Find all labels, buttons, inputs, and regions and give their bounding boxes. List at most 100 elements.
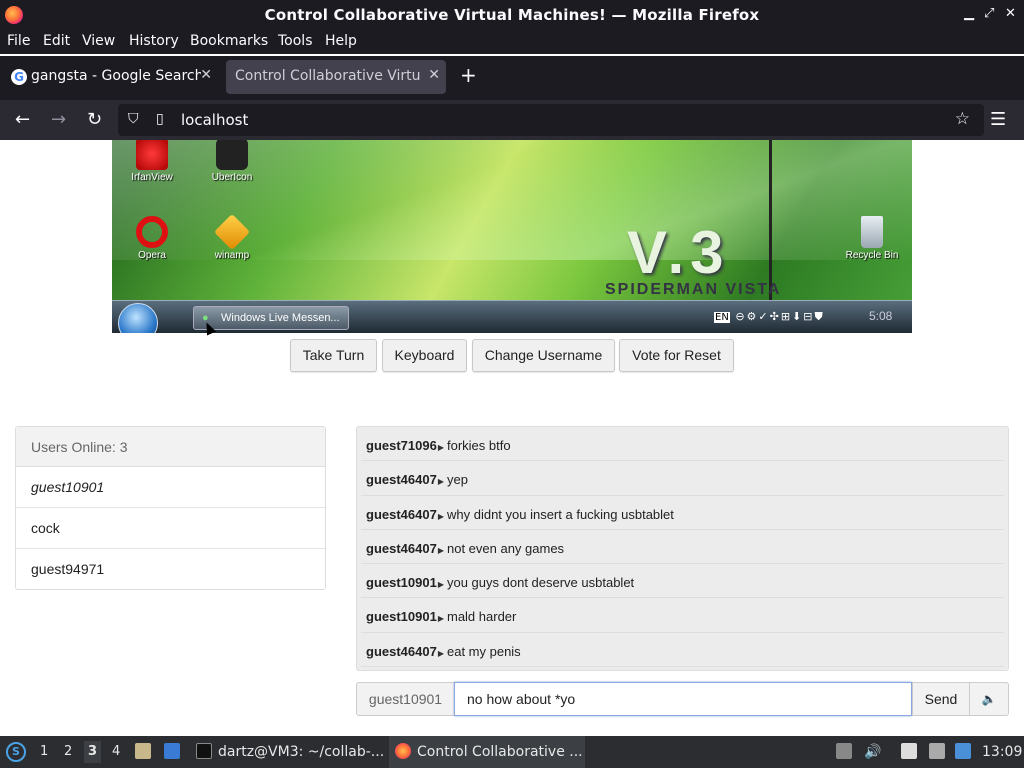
workspace-2[interactable]: 2 <box>64 744 72 759</box>
desktop-icon-recycle-bin[interactable]: Recycle Bin <box>832 216 912 261</box>
menu-view[interactable]: View <box>82 33 115 49</box>
menu-file[interactable]: File <box>7 33 30 49</box>
notes-icon[interactable] <box>901 743 917 759</box>
chat-message-text: you guys dont deserve usbtablet <box>446 575 635 591</box>
chat-message-text: yep <box>446 472 468 488</box>
chat-message: guest71096▶ forkies btfo <box>361 427 1004 462</box>
chat-message-user: guest71096 <box>366 438 437 453</box>
forward-icon[interactable]: → <box>51 109 66 130</box>
chat-message-text: forkies btfo <box>446 438 511 453</box>
chat-message-text: why didnt you insert a fucking usbtablet <box>446 506 674 522</box>
tab-label: gangsta - Google Search <box>31 68 201 84</box>
desktop-icon-label: Recycle Bin <box>845 250 899 261</box>
display-icon[interactable] <box>929 743 945 759</box>
url-text[interactable]: localhost <box>181 111 248 129</box>
ubericon-icon <box>216 140 248 170</box>
change-username-button[interactable]: Change Username <box>472 339 615 372</box>
desktop-icon[interactable] <box>164 743 180 759</box>
vm-clock: 5:08 <box>869 309 893 323</box>
chat-message-user: guest10901 <box>366 575 437 591</box>
volume-icon[interactable]: 🔈 <box>969 682 1009 716</box>
chat-message: guest46407▶ yep <box>361 461 1004 496</box>
chat-message: guest46407▶ eat my penis <box>361 633 1004 668</box>
os-clock: 13:09 <box>982 744 1023 760</box>
menu-bookmarks[interactable]: Bookmarks <box>190 33 268 49</box>
vm-tray-language[interactable]: EN <box>714 312 730 323</box>
desktop-icon-label: IrfanView <box>131 172 173 183</box>
new-tab-icon[interactable]: + <box>460 63 477 87</box>
workspace-1[interactable]: 1 <box>40 744 48 759</box>
vm-taskbar: ● Windows Live Messen... EN ⊖⚙✓✣⊞⬇⊟⛊ 5:0… <box>112 300 912 333</box>
chat-message-user: guest46407 <box>366 643 437 659</box>
menu-history[interactable]: History <box>129 33 179 49</box>
taskbar-app-firefox[interactable]: Control Collaborative ... <box>417 744 583 760</box>
menu-help[interactable]: Help <box>325 33 357 49</box>
chat-message: guest46407▶ not even any games <box>361 530 1004 565</box>
vm-tray-icons[interactable]: ⊖⚙✓✣⊞⬇⊟⛊ <box>735 310 824 323</box>
tab-google-search[interactable]: G gangsta - Google Search ✕ <box>4 60 218 94</box>
chat-arrow-icon: ▶ <box>437 443 444 452</box>
chat-log[interactable]: guest71096▶ forkies btfo guest46407▶ yep g… <box>356 426 1009 671</box>
vm-taskbar-button-messenger[interactable]: ● Windows Live Messen... <box>193 306 349 330</box>
file-manager-icon[interactable] <box>135 743 151 759</box>
desktop-icon-ubericon[interactable]: UberIcon <box>192 140 272 183</box>
chat-arrow-icon: ▶ <box>437 580 444 590</box>
volume-tray-icon[interactable]: 🔊 <box>864 744 881 760</box>
window-titlebar: Control Collaborative Virtual Machines! … <box>0 0 1024 30</box>
user-list-item[interactable]: guest10901 <box>16 467 325 508</box>
tab-collab-vm[interactable]: Control Collaborative Virtual Machines! … <box>226 60 446 94</box>
hamburger-menu-icon[interactable]: ☰ <box>990 109 1006 130</box>
chat-message: guest10901▶ you guys dont deserve usbtabl… <box>361 564 1004 599</box>
desktop-icon-opera[interactable]: Opera <box>112 216 192 261</box>
taskbar-app-terminal[interactable]: dartz@VM3: ~/collab-... <box>218 744 384 760</box>
minimize-icon[interactable]: ▁ <box>964 6 974 21</box>
chat-message-user: guest46407 <box>366 472 437 488</box>
vm-system-tray[interactable]: EN ⊖⚙✓✣⊞⬇⊟⛊ <box>714 310 825 324</box>
users-online-panel: Users Online: 3 guest10901 cock guest949… <box>15 426 326 590</box>
current-username[interactable]: guest10901 <box>356 682 455 716</box>
menu-tools[interactable]: Tools <box>278 33 313 49</box>
desktop-icon-winamp[interactable]: winamp <box>192 213 272 261</box>
user-list-item[interactable]: guest94971 <box>16 549 325 590</box>
desktop-icon-irfanview[interactable]: IrfanView <box>112 140 192 183</box>
bookmark-star-icon[interactable]: ☆ <box>955 109 970 129</box>
menu-edit[interactable]: Edit <box>43 33 70 49</box>
workspace-4[interactable]: 4 <box>112 744 120 759</box>
tracking-shield-icon[interactable]: ⛉ <box>128 111 139 127</box>
menu-bar: File Edit View History Bookmarks Tools H… <box>0 30 1024 54</box>
wallpaper-line <box>769 140 772 300</box>
tab-bar: G gangsta - Google Search ✕ Control Coll… <box>0 56 1024 100</box>
user-list-item[interactable]: cock <box>16 508 325 549</box>
windows-start-orb-icon[interactable] <box>118 303 158 333</box>
send-button[interactable]: Send <box>912 682 970 716</box>
close-tab-icon[interactable]: ✕ <box>428 67 440 83</box>
back-icon[interactable]: ← <box>15 109 30 130</box>
chat-message-input[interactable] <box>454 682 912 716</box>
winamp-icon <box>213 213 251 251</box>
vm-screen[interactable]: IrfanView UberIcon Opera winamp Recycle … <box>112 140 912 333</box>
workspace-3[interactable]: 3 <box>84 741 102 763</box>
page-info-icon[interactable]: ▯ <box>156 111 164 127</box>
os-menu-logo-icon[interactable]: S <box>6 742 26 762</box>
window-title: Control Collaborative Virtual Machines! … <box>264 6 760 24</box>
address-bar[interactable]: ⛉ ▯ localhost ☆ <box>118 104 984 136</box>
keyboard-button[interactable]: Keyboard <box>382 339 467 372</box>
restore-icon[interactable]: ⤢ <box>984 6 994 21</box>
take-turn-button[interactable]: Take Turn <box>290 339 377 372</box>
chat-arrow-icon: ▶ <box>437 477 444 487</box>
clipboard-icon[interactable] <box>836 743 852 759</box>
desktop-icon-label: winamp <box>214 250 250 261</box>
close-window-icon[interactable]: ✕ <box>1005 6 1016 21</box>
network-icon[interactable] <box>955 743 971 759</box>
close-tab-icon[interactable]: ✕ <box>200 67 212 83</box>
reload-icon[interactable]: ↻ <box>87 109 102 130</box>
recycle-bin-icon <box>861 216 883 248</box>
irfanview-icon <box>136 140 168 170</box>
terminal-icon <box>196 743 212 759</box>
chat-arrow-icon: ▶ <box>437 648 444 658</box>
chat-message-text: mald harder <box>446 609 517 625</box>
vote-reset-button[interactable]: Vote for Reset <box>619 339 734 372</box>
chat-message: guest10901▶ mald harder <box>361 598 1004 633</box>
wallpaper-title: V.3 <box>627 219 730 286</box>
chat-message: guest46407▶ why didnt you insert a fuckin… <box>361 496 1004 530</box>
